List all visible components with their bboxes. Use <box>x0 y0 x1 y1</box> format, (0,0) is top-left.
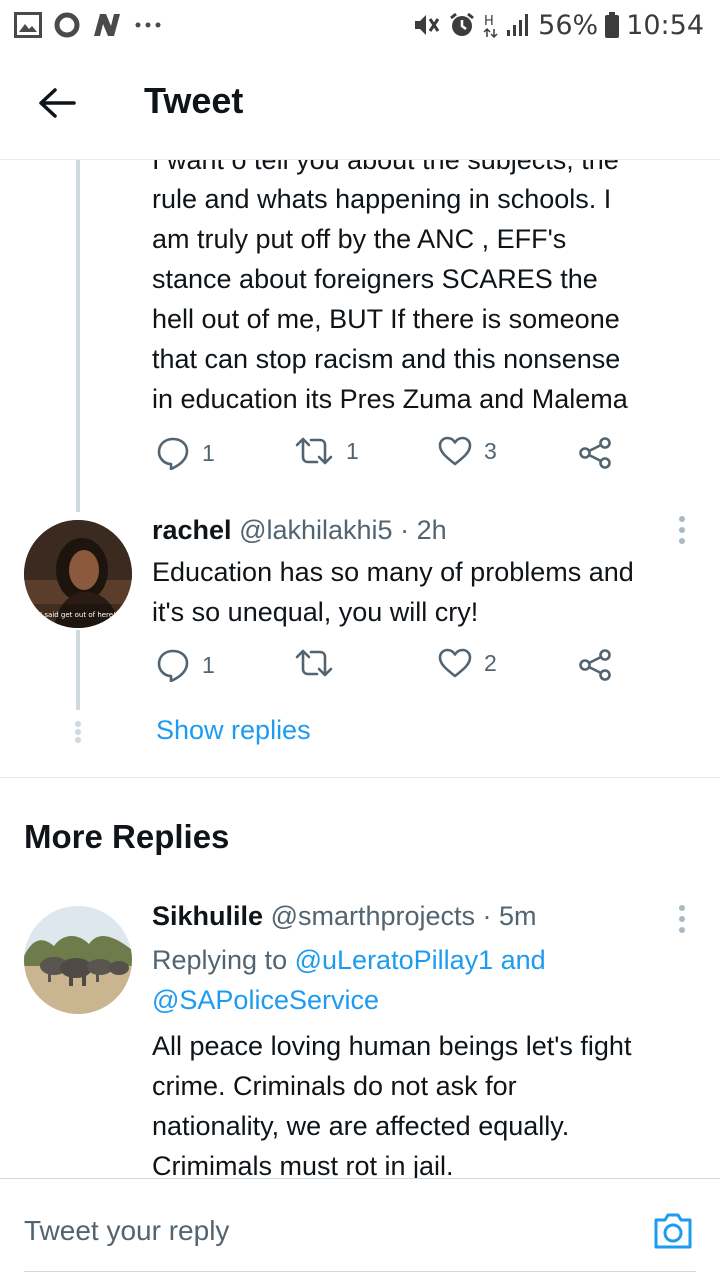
reply-button[interactable]: 1 <box>156 436 215 470</box>
tweet-line: All peace loving human beings let's figh… <box>152 1031 632 1061</box>
reply-count: 1 <box>202 439 215 466</box>
tweet-line: hell out of me, BUT If there is someone <box>152 304 620 334</box>
battery-percent: 56% <box>538 9 599 41</box>
share-icon <box>579 649 611 681</box>
tweet-line: it's so unequal, you will cry! <box>152 597 479 627</box>
top-app-bar: Tweet <box>0 50 720 160</box>
mute-vibrate-icon <box>415 15 440 35</box>
o-app-icon <box>54 12 80 38</box>
thread-continuation-dots-icon <box>75 721 81 743</box>
signal-icon <box>507 14 529 36</box>
battery-icon <box>605 12 620 38</box>
tweet-actions: 1 2 <box>156 648 676 688</box>
back-arrow-icon[interactable] <box>38 87 76 119</box>
retweet-icon <box>295 649 333 677</box>
tweet-line: rule and whats happening in schools. I <box>152 184 612 214</box>
username[interactable]: @lakhilakhi5 <box>239 515 392 545</box>
avatar-caption: I said get out of here! <box>40 611 116 619</box>
tweet-line: in education its Pres Zuma and Malema <box>152 384 628 414</box>
tweet-text-partial-line: I want o tell you about the subjects, th… <box>152 160 619 175</box>
share-button[interactable] <box>578 648 612 682</box>
replying-prefix: Replying to <box>152 945 288 975</box>
reply-composer[interactable]: Tweet your reply <box>0 1178 720 1280</box>
tweet-text: rule and whats happening in schools. I a… <box>152 179 702 419</box>
hplus-icon: H <box>483 14 498 39</box>
like-count: 2 <box>484 649 497 676</box>
reply-icon <box>157 649 189 682</box>
status-bar: H 56% 10:54 <box>0 0 720 50</box>
display-name[interactable]: Sikhulile <box>152 901 263 931</box>
timestamp: · 2h <box>400 515 447 545</box>
tweet-line: Education has so many of problems and <box>152 557 634 587</box>
gallery-icon <box>14 12 42 38</box>
status-bar-right: H 56% 10:54 <box>412 10 704 41</box>
tweet-text: Education has so many of problems and it… <box>152 552 702 632</box>
share-icon <box>579 437 611 469</box>
reply-count: 1 <box>202 651 215 678</box>
display-name[interactable]: rachel <box>152 515 232 545</box>
like-button[interactable]: 3 <box>438 436 497 466</box>
like-count: 3 <box>484 437 497 464</box>
alarm-icon <box>450 12 475 36</box>
like-button[interactable]: 2 <box>438 648 497 678</box>
replying-users-link[interactable]: @SAPoliceService <box>152 980 702 1020</box>
reply-input-underline <box>24 1271 696 1272</box>
tweet-text: All peace loving human beings let's figh… <box>152 1026 702 1178</box>
share-button[interactable] <box>578 436 612 470</box>
tweet-line: am truly put off by the ANC , EFF's <box>152 224 567 254</box>
more-options-icon[interactable] <box>678 904 686 934</box>
tweet-header: rachel @lakhilakhi5 · 2h <box>152 515 447 546</box>
thread-line <box>76 160 80 512</box>
heart-icon <box>438 436 472 466</box>
retweet-button[interactable] <box>294 648 346 678</box>
page-title: Tweet <box>144 80 244 121</box>
avatar-image <box>24 906 132 1014</box>
tweet-line: nationality, we are affected equally. <box>152 1111 570 1141</box>
more-options-icon[interactable] <box>678 515 686 545</box>
section-title: More Replies <box>24 818 230 855</box>
tweet-line: stance about foreigners SCARES the <box>152 264 598 294</box>
n-app-icon <box>94 14 120 36</box>
status-bar-left <box>14 12 162 38</box>
camera-icon[interactable] <box>652 1211 694 1251</box>
tweet-line: crime. Criminals do not ask for <box>152 1071 517 1101</box>
replying-to: Replying to @uLeratoPillay1 and @SAPolic… <box>152 940 702 1020</box>
timestamp: · 5m <box>482 901 537 931</box>
reply-input[interactable]: Tweet your reply <box>24 1215 229 1247</box>
avatar[interactable]: I said get out of here! <box>24 520 132 628</box>
tweet-line: that can stop racism and this nonsense <box>152 344 621 374</box>
tweet-actions: 1 1 3 <box>156 436 676 476</box>
retweet-count: 1 <box>346 437 359 464</box>
replying-users-link[interactable]: @uLeratoPillay1 and <box>295 945 546 975</box>
username[interactable]: @smarthprojects <box>271 901 475 931</box>
tweet-line: Crimimals must rot in jail. <box>152 1151 454 1178</box>
retweet-button[interactable]: 1 <box>294 436 359 466</box>
show-replies-link[interactable]: Show replies <box>156 715 311 746</box>
divider <box>0 777 720 778</box>
heart-icon <box>438 648 472 678</box>
more-dots-icon <box>135 22 161 28</box>
thread-line <box>76 630 80 710</box>
tweet-thread[interactable]: I want o tell you about the subjects, th… <box>0 160 720 1178</box>
avatar[interactable] <box>24 906 132 1014</box>
reply-icon <box>157 437 189 470</box>
tweet-header: Sikhulile @smarthprojects · 5m <box>152 901 537 932</box>
clock: 10:54 <box>626 9 704 41</box>
reply-button[interactable]: 1 <box>156 648 215 682</box>
retweet-icon <box>295 437 333 465</box>
avatar-image: I said get out of here! <box>24 520 132 628</box>
svg-text:H: H <box>484 14 494 29</box>
